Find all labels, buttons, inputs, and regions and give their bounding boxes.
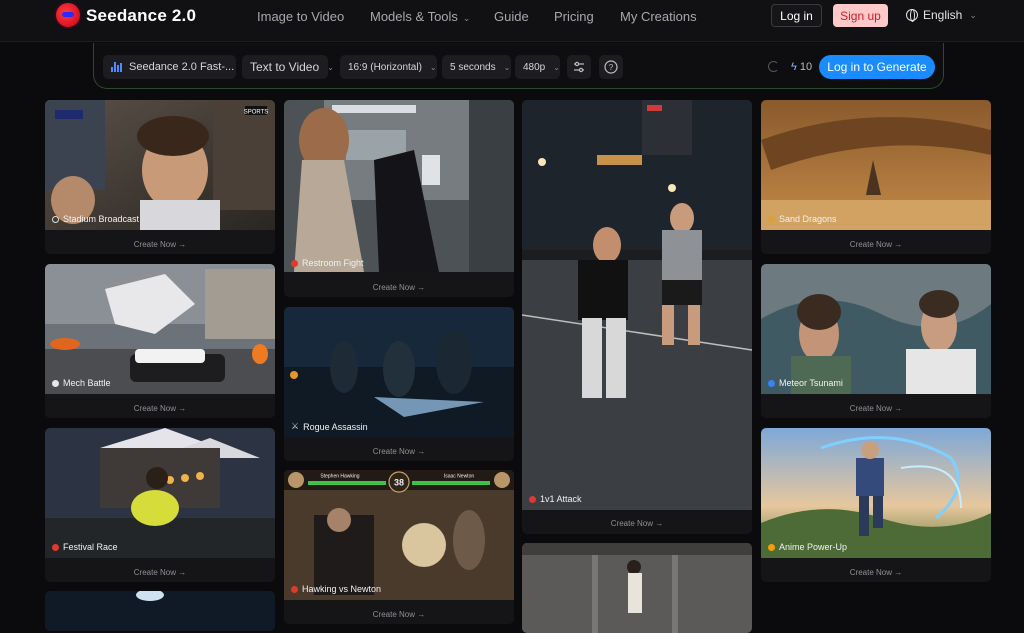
lightning-icon: ϟ: [791, 61, 797, 73]
language-selector[interactable]: English ⌄: [906, 8, 977, 22]
create-now-link[interactable]: Create Now →: [761, 240, 991, 249]
hud-right-name: Isaac Newton: [444, 474, 475, 480]
template-card[interactable]: Stephen Hawking Isaac Newton 38 Hawking …: [284, 470, 514, 624]
card-title: Meteor Tsunami: [768, 378, 843, 388]
restroom-fight-thumbnail: [284, 100, 514, 272]
template-card[interactable]: Sand Dragons Create Now →: [761, 100, 991, 254]
card-title: Festival Race: [52, 542, 118, 552]
robot-icon: [52, 379, 59, 387]
mode-select[interactable]: Text to Video ⌄: [242, 55, 334, 79]
brush-icon: [768, 379, 775, 387]
card-title: Stadium Broadcast: [52, 214, 139, 224]
seedance-logo-icon[interactable]: [56, 3, 80, 27]
anime-power-up-thumbnail: [761, 428, 991, 558]
template-card[interactable]: [45, 591, 275, 631]
card-title: Anime Power-Up: [768, 542, 847, 552]
login-to-generate-button[interactable]: Log in to Generate: [819, 55, 935, 79]
create-now-link[interactable]: Create Now →: [45, 568, 275, 577]
template-card[interactable]: 1v1 Attack Create Now →: [522, 100, 752, 534]
chevron-down-icon: ⌄: [503, 62, 511, 72]
red-dot-icon: [529, 495, 536, 503]
chevron-down-icon: ⌄: [429, 62, 437, 72]
festival-race-thumbnail: [45, 428, 275, 558]
resolution-select[interactable]: 480p ⌄: [515, 55, 560, 79]
create-now-link[interactable]: Create Now →: [284, 610, 514, 619]
duration-select[interactable]: 5 seconds ⌄: [442, 55, 511, 79]
hud-timer: 38: [394, 478, 404, 488]
nav-link-my-creations[interactable]: My Creations: [620, 9, 697, 24]
create-now-link[interactable]: Create Now →: [284, 283, 514, 292]
create-now-link[interactable]: Create Now →: [45, 404, 275, 413]
partial-dancer-thumbnail: [522, 543, 752, 633]
template-card[interactable]: SPORTS Stadium Broadcast Create Now →: [45, 100, 275, 254]
card-title: Restroom Fight: [291, 258, 364, 268]
template-card[interactable]: ⚔ Rogue Assassin Create Now →: [284, 307, 514, 461]
1v1-attack-thumbnail: [522, 100, 752, 510]
generation-toolbar: Seedance 2.0 Fast-... ⌄ Text to Video ⌄ …: [93, 43, 944, 89]
settings-sliders-button[interactable]: [567, 55, 591, 79]
login-button[interactable]: Log in: [771, 4, 822, 27]
create-now-link[interactable]: Create Now →: [522, 519, 752, 528]
template-card[interactable]: Mech Battle Create Now →: [45, 264, 275, 418]
model-select[interactable]: Seedance 2.0 Fast-... ⌄: [103, 55, 249, 79]
nav-link-models-tools[interactable]: Models & Tools ⌄: [370, 9, 470, 24]
stadium-broadcast-thumbnail: SPORTS: [45, 100, 275, 230]
template-card[interactable]: Festival Race Create Now →: [45, 428, 275, 582]
red-dot-icon: [52, 543, 59, 551]
sliders-icon: [574, 61, 584, 73]
meteor-tsunami-thumbnail: [761, 264, 991, 394]
card-title: 1v1 Attack: [529, 494, 582, 504]
credits-count: ϟ 10: [791, 61, 813, 73]
help-button[interactable]: ?: [599, 55, 623, 79]
red-dot-icon: [291, 585, 298, 593]
stadium-brand-label: SPORTS: [244, 110, 269, 116]
create-now-link[interactable]: Create Now →: [761, 568, 991, 577]
ball-icon: [52, 215, 59, 223]
hawking-vs-newton-thumbnail: Stephen Hawking Isaac Newton 38: [284, 470, 514, 600]
partial-thumbnail: [45, 591, 275, 631]
help-icon: ?: [604, 60, 618, 74]
brand-name[interactable]: Seedance 2.0: [86, 6, 196, 26]
card-title: Hawking vs Newton: [291, 584, 381, 594]
globe-icon: [906, 9, 918, 22]
refresh-icon[interactable]: [768, 61, 779, 72]
svg-text:?: ?: [609, 63, 614, 72]
nav-link-pricing[interactable]: Pricing: [554, 9, 594, 24]
hud-left-name: Stephen Hawking: [320, 474, 359, 480]
chevron-down-icon: ⌄: [327, 62, 334, 72]
template-card[interactable]: Meteor Tsunami Create Now →: [761, 264, 991, 418]
signup-button[interactable]: Sign up: [833, 4, 888, 27]
create-now-link[interactable]: Create Now →: [284, 447, 514, 456]
chevron-down-icon: ⌄: [969, 9, 977, 20]
dagger-icon: ⚔: [291, 421, 300, 431]
chevron-down-icon: ⌄: [462, 13, 471, 23]
create-now-link[interactable]: Create Now →: [761, 404, 991, 413]
red-dot-icon: [291, 259, 298, 267]
template-card[interactable]: [522, 543, 752, 633]
rogue-assassin-thumbnail: [284, 307, 514, 437]
chevron-down-icon: ⌄: [553, 62, 560, 72]
card-title: Sand Dragons: [768, 214, 837, 224]
card-title: ⚔ Rogue Assassin: [291, 421, 368, 432]
nav-link-image-to-video[interactable]: Image to Video: [257, 9, 344, 24]
template-card[interactable]: Restroom Fight Create Now →: [284, 100, 514, 297]
sand-dragons-thumbnail: [761, 100, 991, 230]
aspect-ratio-select[interactable]: 16:9 (Horizontal) ⌄: [340, 55, 437, 79]
template-card[interactable]: Anime Power-Up Create Now →: [761, 428, 991, 582]
nav-link-guide[interactable]: Guide: [494, 9, 529, 24]
model-bars-icon: [111, 62, 122, 72]
create-now-link[interactable]: Create Now →: [45, 240, 275, 249]
top-navbar: Seedance 2.0 Image to Video Models & Too…: [0, 0, 1024, 42]
sand-icon: [768, 215, 775, 223]
fire-icon: [768, 543, 775, 551]
mech-battle-thumbnail: [45, 264, 275, 394]
card-title: Mech Battle: [52, 378, 111, 388]
